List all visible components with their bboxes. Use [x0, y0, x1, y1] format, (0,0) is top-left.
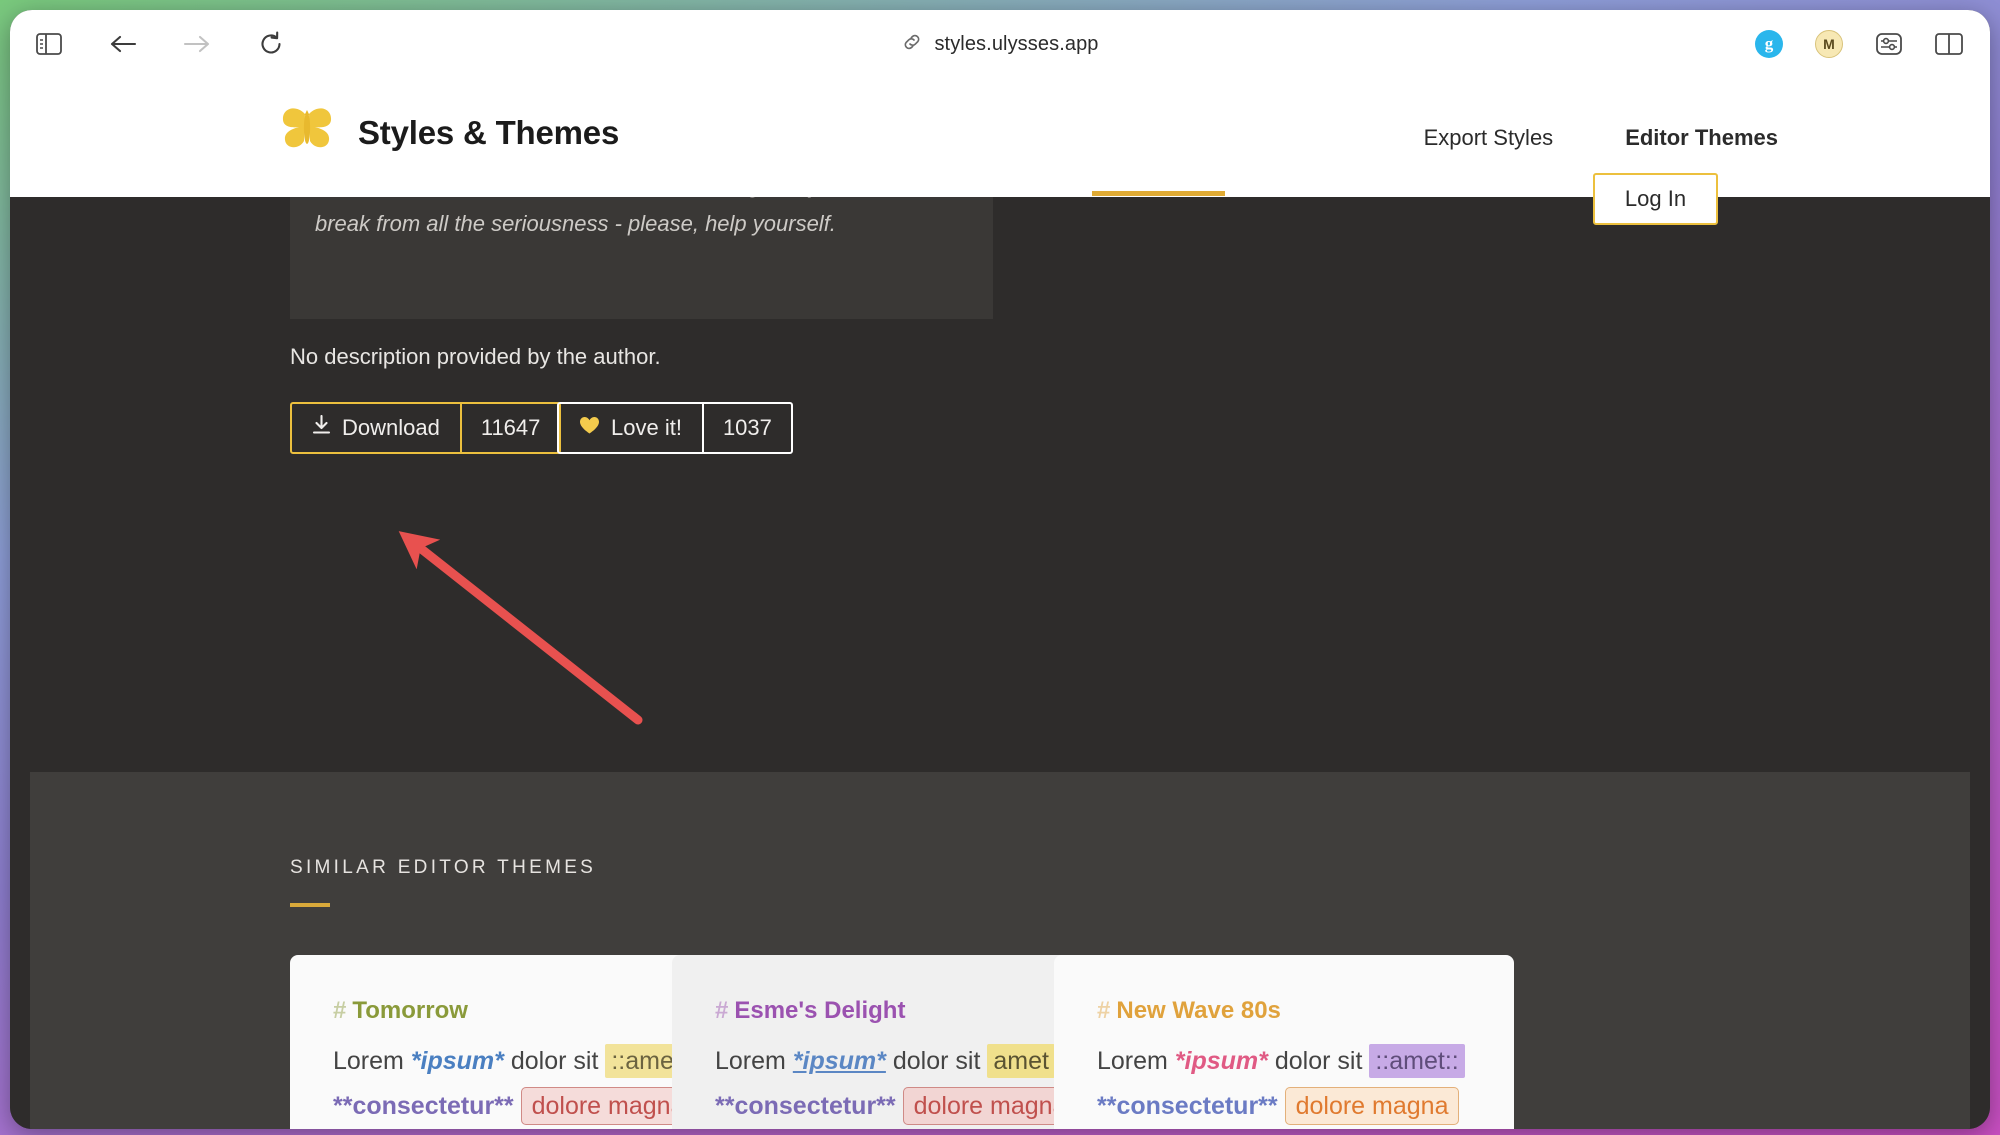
login-button[interactable]: Log In: [1593, 173, 1718, 225]
love-it-label: Love it!: [611, 415, 682, 440]
markdown-mark-token: ::amet::: [1369, 1044, 1465, 1078]
markdown-code-token: dolore magna: [1284, 1087, 1460, 1125]
back-icon[interactable]: [108, 29, 138, 59]
brand-logo-link[interactable]: Styles & Themes: [280, 106, 619, 159]
download-button[interactable]: Download 11647: [290, 402, 562, 454]
download-icon: [312, 414, 331, 441]
download-label: Download: [342, 415, 440, 440]
tab-overview-icon[interactable]: [1934, 29, 1964, 59]
markdown-emphasis-token: *ipsum*: [792, 1047, 886, 1075]
site-header: Styles & Themes Export Styles Editor The…: [10, 78, 1990, 225]
markdown-hash-icon: #: [333, 997, 347, 1024]
markdown-mark-token: amet: [987, 1044, 1055, 1078]
theme-card-preview-line-1: Lorem *ipsum* dolor sit ::amet::: [1097, 1041, 1514, 1082]
theme-card-name: New Wave 80s: [1116, 997, 1281, 1024]
theme-card-name: Esme's Delight: [734, 997, 906, 1024]
love-it-count: 1037: [701, 404, 791, 452]
markdown-hash-icon: #: [715, 997, 729, 1024]
heart-icon: [579, 415, 600, 441]
reload-icon[interactable]: [256, 29, 286, 59]
section-underline-rule: [290, 903, 330, 907]
no-description-text: No description provided by the author.: [290, 344, 661, 369]
butterfly-logo-icon: [280, 106, 334, 159]
theme-card-name: Tomorrow: [352, 997, 468, 1024]
browser-window: styles.ulysses.app g M Styles & Themes E…: [10, 10, 1990, 1129]
markdown-hash-icon: #: [1097, 997, 1111, 1024]
markdown-strong-token: **consectetur**: [333, 1092, 514, 1120]
settings-sliders-icon[interactable]: [1874, 29, 1904, 59]
link-icon: [901, 31, 923, 58]
theme-card-heading: # New Wave 80s: [1097, 997, 1514, 1025]
mercury-extension-icon[interactable]: M: [1814, 29, 1844, 59]
love-it-button-main[interactable]: Love it!: [559, 404, 702, 452]
sidebar-toggle-icon[interactable]: [34, 29, 64, 59]
grammarly-extension-icon[interactable]: g: [1754, 29, 1784, 59]
url-text[interactable]: styles.ulysses.app: [934, 33, 1098, 56]
similar-themes-section: SIMILAR EDITOR THEMES # Tomorrow Lorem *i…: [30, 772, 1970, 1129]
markdown-strong-token: **consectetur**: [715, 1092, 896, 1120]
nav-active-indicator: [1092, 191, 1225, 196]
similar-themes-title: SIMILAR EDITOR THEMES: [290, 857, 597, 878]
markdown-emphasis-token: *ipsum*: [1174, 1047, 1268, 1075]
markdown-strong-token: **consectetur**: [1097, 1092, 1278, 1120]
page-content: a dark version as vibrant as a hot summe…: [10, 167, 1990, 1129]
markdown-code-token: dolore magna: [902, 1087, 1078, 1125]
nav-link-editor-themes[interactable]: Editor Themes: [1625, 125, 1778, 151]
theme-card[interactable]: # New Wave 80s Lorem *ipsum* dolor sit ::…: [1054, 955, 1514, 1129]
forward-icon: [182, 29, 212, 59]
page-title: Styles & Themes: [358, 113, 620, 151]
browser-toolbar: styles.ulysses.app g M: [10, 10, 1990, 78]
markdown-code-token: dolore magna: [520, 1087, 696, 1125]
download-button-main[interactable]: Download: [292, 404, 460, 452]
url-bar[interactable]: styles.ulysses.app: [10, 10, 1990, 78]
love-it-button[interactable]: Love it! 1037: [557, 402, 793, 454]
download-count: 11647: [459, 404, 560, 452]
nav-link-export-styles[interactable]: Export Styles: [1424, 125, 1554, 151]
toolbar-right-group: g M: [1754, 10, 1964, 78]
theme-card-preview-line-2: **consectetur** dolore magna: [1097, 1086, 1514, 1127]
toolbar-left-group: [10, 29, 286, 59]
markdown-emphasis-token: *ipsum*: [410, 1047, 504, 1075]
